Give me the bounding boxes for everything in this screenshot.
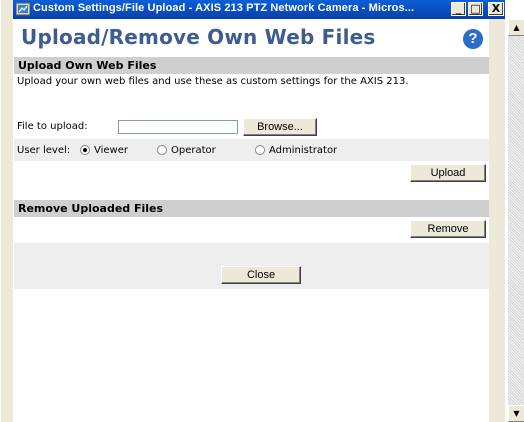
vertical-scrollbar[interactable]: ▲ ▼ <box>508 19 524 422</box>
upload-description: Upload your own web files and use these … <box>17 76 409 87</box>
remove-button[interactable]: Remove <box>410 220 486 238</box>
help-icon[interactable]: ? <box>463 29 483 49</box>
radio-operator[interactable] <box>157 145 167 155</box>
upload-section-header: Upload Own Web Files <box>14 57 489 74</box>
browse-button[interactable]: Browse... <box>243 118 317 136</box>
file-to-upload-label: File to upload: <box>17 121 88 132</box>
file-to-upload-input[interactable] <box>118 120 238 134</box>
close-window-button[interactable]: X <box>488 2 504 16</box>
scroll-down-arrow-icon[interactable]: ▼ <box>508 405 524 422</box>
browser-icon <box>16 2 30 16</box>
page-title: Upload/Remove Own Web Files <box>21 25 376 49</box>
scroll-up-arrow-icon[interactable]: ▲ <box>508 19 524 36</box>
radio-administrator[interactable] <box>255 145 265 155</box>
radio-operator-label: Operator <box>171 145 216 156</box>
radio-viewer[interactable] <box>80 145 90 155</box>
radio-viewer-label: Viewer <box>94 145 128 156</box>
user-level-row: User level: Viewer Operator Administrato… <box>14 139 489 161</box>
radio-administrator-label: Administrator <box>269 145 338 156</box>
upload-button[interactable]: Upload <box>410 164 486 182</box>
spacer-row <box>14 243 489 263</box>
user-level-label: User level: <box>17 145 71 156</box>
file-upload-row: File to upload: Browse... <box>14 117 489 139</box>
title-bar[interactable]: Custom Settings/File Upload - AXIS 213 P… <box>13 0 505 19</box>
maximize-button[interactable]: □ <box>468 2 483 16</box>
popup-window: Custom Settings/File Upload - AXIS 213 P… <box>1 0 524 422</box>
page-content: Upload/Remove Own Web Files ? Upload Own… <box>13 19 489 422</box>
minimize-button[interactable]: _ <box>451 2 466 16</box>
upload-button-row: Upload <box>14 161 489 185</box>
close-button[interactable]: Close <box>221 266 301 284</box>
window-title: Custom Settings/File Upload - AXIS 213 P… <box>33 2 415 14</box>
remove-button-row: Remove <box>14 217 489 243</box>
upload-description-row: Upload your own web files and use these … <box>14 74 489 90</box>
remove-section-header: Remove Uploaded Files <box>14 200 489 217</box>
close-button-row: Close <box>14 263 489 289</box>
